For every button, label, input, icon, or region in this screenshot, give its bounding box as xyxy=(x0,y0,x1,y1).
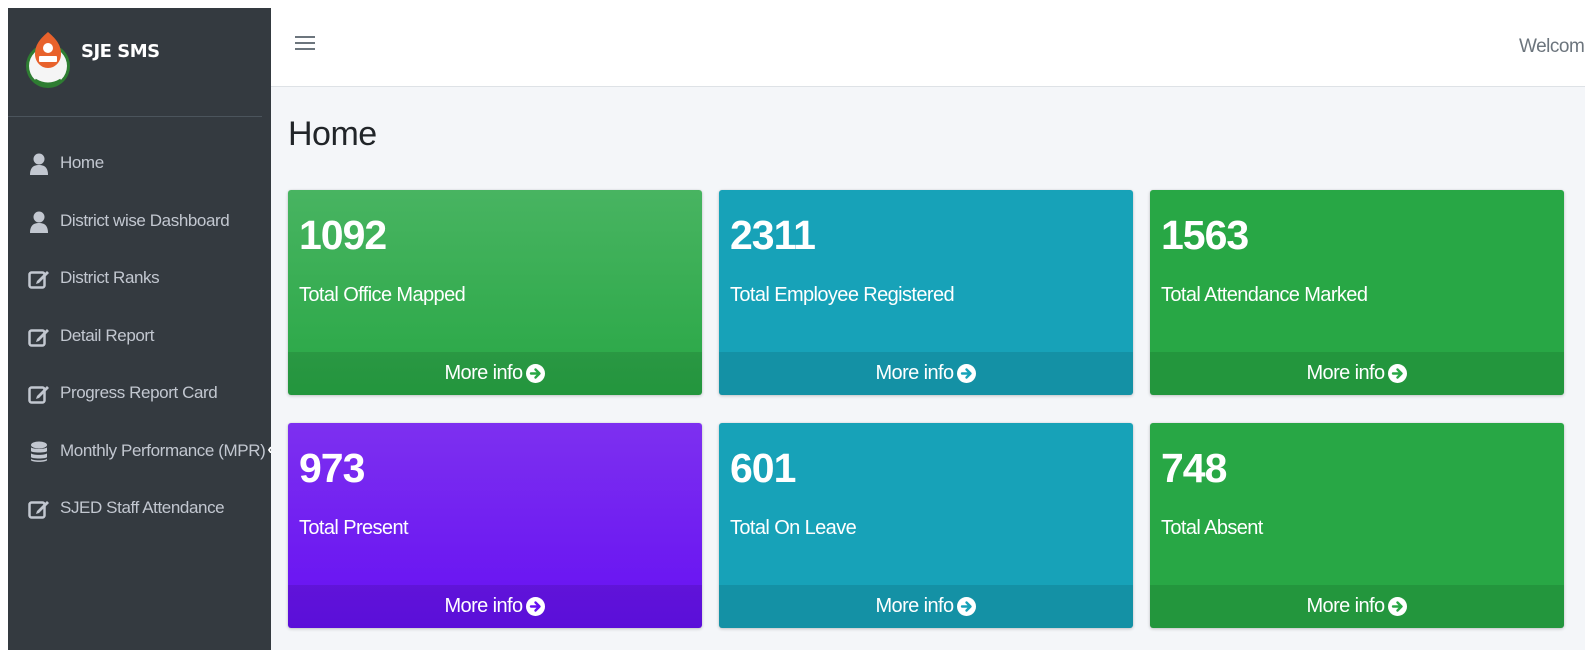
sidebar-item-label: District wise Dashboard xyxy=(60,210,230,230)
stat-label: Total Attendance Marked xyxy=(1161,284,1368,306)
stat-label: Total Employee Registered xyxy=(730,284,955,306)
sidebar-item-label: SJED Staff Attendance xyxy=(60,498,225,517)
stat-card-absent: 748 Total Absent More info xyxy=(1150,423,1564,628)
stat-card-office-mapped: 1092 Total Office Mapped More info xyxy=(288,190,702,395)
stat-label: Total Absent xyxy=(1161,517,1263,539)
more-info-link[interactable]: More info xyxy=(719,352,1133,395)
edit-icon xyxy=(28,268,50,290)
stat-value: 601 xyxy=(730,445,796,491)
sidebar-item-monthly-performance[interactable]: Monthly Performance (MPR) ‹ xyxy=(8,426,273,484)
stat-label: Total Present xyxy=(299,517,409,539)
more-info-label: More info xyxy=(875,595,955,617)
more-info-link[interactable]: More info xyxy=(719,585,1133,628)
more-info-link[interactable]: More info xyxy=(288,352,702,395)
stat-value: 748 xyxy=(1161,445,1227,491)
brand-link[interactable]: SJE SMS xyxy=(8,8,262,117)
more-info-label: More info xyxy=(444,362,524,384)
more-info-label: More info xyxy=(1306,362,1386,384)
more-info-link[interactable]: More info xyxy=(1150,352,1564,395)
top-navbar: Welcome xyxy=(271,8,1585,87)
sidebar-item-detail-report[interactable]: Detail Report xyxy=(8,311,271,369)
sidebar-item-home[interactable]: Home xyxy=(8,138,271,196)
stat-value: 1092 xyxy=(299,212,387,258)
arrow-right-circle-icon xyxy=(1388,597,1408,616)
arrow-right-circle-icon xyxy=(526,364,546,383)
main-content: Home 1092 Total Office Mapped More info … xyxy=(271,87,1585,650)
sidebar-nav: Home District wise Dashboard District Ra… xyxy=(8,138,273,541)
brand-name: SJE SMS xyxy=(81,41,160,62)
page-title: Home xyxy=(288,115,377,153)
stat-value: 973 xyxy=(299,445,365,491)
more-info-label: More info xyxy=(1306,595,1386,617)
sidebar-item-district-ranks[interactable]: District Ranks xyxy=(8,253,271,311)
arrow-right-circle-icon xyxy=(1388,364,1408,383)
stat-value: 1563 xyxy=(1161,212,1249,258)
arrow-right-circle-icon xyxy=(957,597,977,616)
database-icon xyxy=(28,441,50,463)
sidebar-item-label: Home xyxy=(60,153,104,172)
sidebar-item-label: District Ranks xyxy=(60,268,160,287)
emblem-logo xyxy=(26,32,70,88)
edit-icon xyxy=(28,326,50,348)
sidebar: SJE SMS Home District wise Dashboard Dis… xyxy=(8,8,273,650)
more-info-label: More info xyxy=(875,362,955,384)
stat-label: Total Office Mapped xyxy=(299,284,466,306)
sidebar-item-staff-attendance[interactable]: SJED Staff Attendance xyxy=(8,483,271,541)
stat-card-present: 973 Total Present More info xyxy=(288,423,702,628)
user-icon xyxy=(28,153,50,175)
arrow-right-circle-icon xyxy=(957,364,977,383)
sidebar-item-label: Detail Report xyxy=(60,325,155,345)
stat-value: 2311 xyxy=(730,212,816,258)
sidebar-item-label: Progress Report Card xyxy=(60,383,218,402)
menu-toggle-icon[interactable] xyxy=(295,32,315,54)
sidebar-item-label: Monthly Performance (MPR) xyxy=(60,440,266,460)
more-info-label: More info xyxy=(444,595,524,617)
stat-card-on-leave: 601 Total On Leave More info xyxy=(719,423,1133,628)
more-info-link[interactable]: More info xyxy=(1150,585,1564,628)
stat-card-employee-registered: 2311 Total Employee Registered More info xyxy=(719,190,1133,395)
edit-icon xyxy=(28,383,50,405)
stat-label: Total On Leave xyxy=(730,517,857,539)
sidebar-item-district-dashboard[interactable]: District wise Dashboard xyxy=(8,196,271,254)
arrow-right-circle-icon xyxy=(526,597,546,616)
user-icon xyxy=(28,211,50,233)
stat-card-attendance-marked: 1563 Total Attendance Marked More info xyxy=(1150,190,1564,395)
welcome-text: Welcome xyxy=(1519,36,1585,57)
sidebar-item-progress-report-card[interactable]: Progress Report Card xyxy=(8,368,271,426)
edit-icon xyxy=(28,498,50,520)
more-info-link[interactable]: More info xyxy=(288,585,702,628)
